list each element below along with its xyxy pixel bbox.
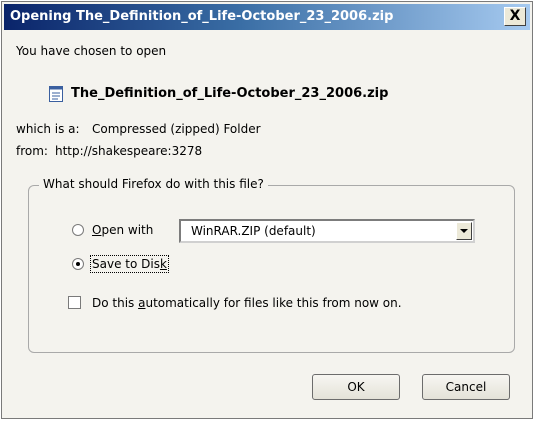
- ok-button[interactable]: OK: [312, 374, 400, 400]
- source-label: from:: [16, 144, 48, 158]
- open-with-radio[interactable]: [72, 224, 84, 236]
- window-title: Opening The_Definition_of_Life-October_2…: [10, 9, 394, 24]
- save-to-disk-label-pre: Save to Dis: [92, 257, 160, 271]
- save-to-disk-radio[interactable]: [72, 258, 84, 270]
- application-select-value: WinRAR.ZIP (default): [191, 224, 316, 238]
- title-bar[interactable]: Opening The_Definition_of_Life-October_2…: [4, 4, 530, 30]
- dropdown-arrow-icon[interactable]: [456, 222, 472, 240]
- auto-label-post: utomatically for files like this from no…: [145, 296, 402, 310]
- open-with-label-post: pen with: [101, 223, 154, 237]
- auto-label-pre: Do this: [92, 296, 139, 310]
- file-type-label: which is a:: [16, 122, 80, 136]
- file-type-value: Compressed (zipped) Folder: [92, 122, 261, 136]
- dialog-window: Opening The_Definition_of_Life-October_2…: [1, 1, 533, 419]
- zip-file-icon: [49, 86, 63, 102]
- auto-action-label[interactable]: Do this automatically for files like thi…: [92, 296, 402, 310]
- radio-selected-dot: [76, 262, 80, 266]
- intro-text: You have chosen to open: [16, 44, 167, 58]
- application-select[interactable]: WinRAR.ZIP (default): [179, 219, 475, 243]
- cancel-button[interactable]: Cancel: [422, 374, 510, 400]
- save-to-disk-label[interactable]: Save to Disk: [90, 255, 169, 273]
- open-with-label[interactable]: Open with: [92, 223, 153, 237]
- auto-action-checkbox[interactable]: [68, 296, 81, 309]
- file-name: The_Definition_of_Life-October_23_2006.z…: [71, 86, 389, 101]
- close-button[interactable]: X: [504, 7, 526, 26]
- source-url: http://shakespeare:3278: [55, 144, 203, 158]
- group-legend: What should Firefox do with this file?: [39, 177, 268, 191]
- save-to-disk-accesskey: k: [159, 257, 167, 271]
